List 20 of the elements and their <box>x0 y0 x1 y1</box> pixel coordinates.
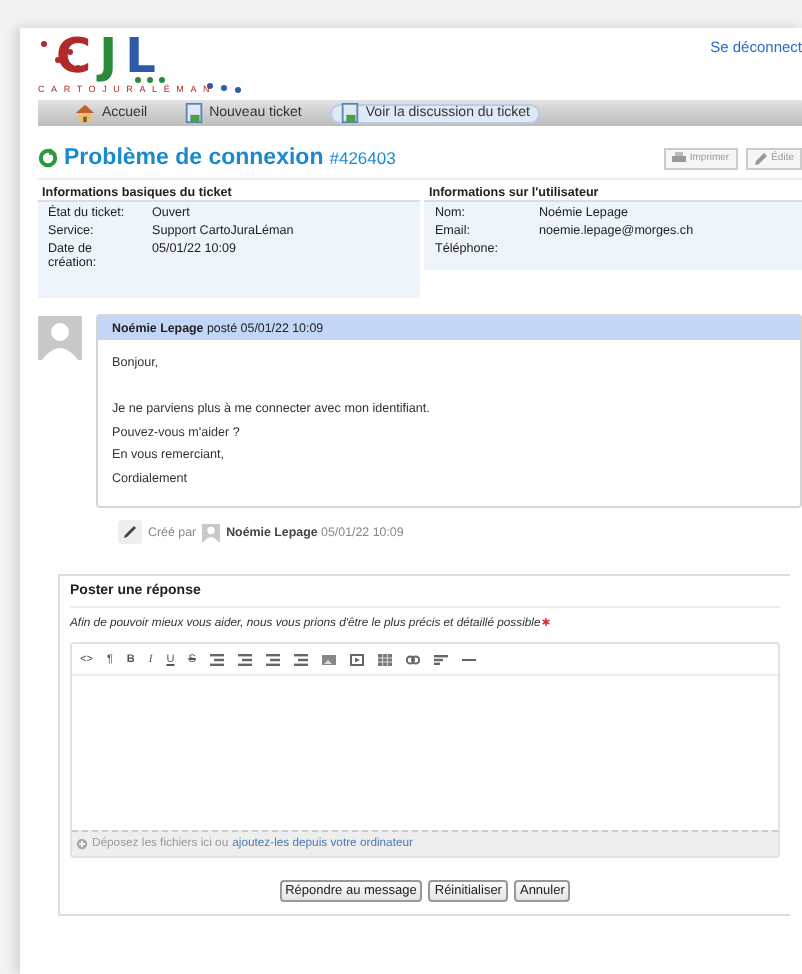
refresh-icon <box>38 148 58 168</box>
table-icon[interactable] <box>377 653 392 665</box>
video-icon[interactable] <box>349 653 364 665</box>
horizontal-rule-icon[interactable] <box>461 653 476 665</box>
home-icon <box>74 102 96 124</box>
ticket-title: Problème de connexion <box>64 146 324 170</box>
image-icon[interactable] <box>321 653 336 665</box>
logo: CJ L <box>56 30 164 82</box>
document-icon <box>339 102 360 124</box>
print-icon <box>671 152 686 164</box>
pencil-icon <box>118 520 142 544</box>
avatar-icon <box>38 316 82 360</box>
ticket-number: #426403 <box>329 148 396 168</box>
align-left-icon[interactable] <box>433 653 448 665</box>
edit-icon <box>753 151 768 165</box>
document-icon <box>183 102 204 124</box>
link-icon[interactable] <box>405 653 420 665</box>
attach-icon <box>76 838 88 850</box>
list-icon[interactable] <box>209 653 224 665</box>
avatar-icon <box>202 523 221 541</box>
